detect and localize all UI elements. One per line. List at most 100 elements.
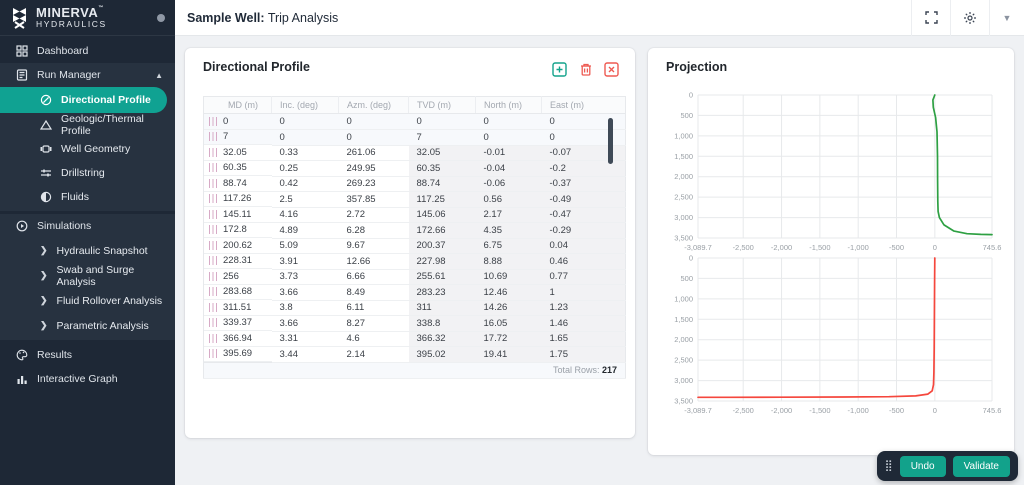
table-row[interactable]: 283.683.668.49283.2312.461	[204, 285, 626, 301]
table-cell[interactable]: 0.56	[476, 192, 542, 208]
table-cell[interactable]: -0.37	[542, 176, 626, 192]
table-row[interactable]: 395.693.442.14395.0219.411.75	[204, 347, 626, 363]
table-row[interactable]: 32.050.33261.0632.05-0.01-0.07	[204, 145, 626, 161]
table-cell[interactable]: 366.32	[409, 331, 476, 347]
table-cell[interactable]: 0	[272, 130, 339, 146]
table-cell[interactable]: 339.37	[204, 316, 272, 332]
table-cell[interactable]: 7	[409, 130, 476, 146]
table-cell[interactable]: 6.66	[339, 269, 409, 285]
sidebar-item-directional-profile[interactable]: Directional Profile	[0, 87, 167, 113]
row-drag-handle[interactable]	[209, 272, 217, 281]
table-cell[interactable]: 7	[204, 130, 272, 146]
table-cell[interactable]: 10.69	[476, 269, 542, 285]
table-cell[interactable]: 2.17	[476, 207, 542, 223]
table-cell[interactable]: 3.73	[272, 269, 339, 285]
sidebar-item-run-manager[interactable]: Run Manager ▲	[0, 63, 175, 87]
table-cell[interactable]: 249.95	[339, 161, 409, 177]
table-row[interactable]: 366.943.314.6366.3217.721.65	[204, 331, 626, 347]
table-cell[interactable]: 0.25	[272, 161, 339, 177]
table-cell[interactable]: -0.2	[542, 161, 626, 177]
toolbar-drag-handle[interactable]: ⣿	[885, 461, 893, 472]
sidebar-item-well-geometry[interactable]: Well Geometry	[0, 137, 175, 161]
row-drag-handle[interactable]	[209, 318, 217, 327]
table-cell[interactable]: 0	[476, 114, 542, 130]
table-cell[interactable]: 12.66	[339, 254, 409, 270]
table-cell[interactable]: 283.23	[409, 285, 476, 301]
table-cell[interactable]: 0.42	[272, 176, 339, 192]
row-drag-handle[interactable]	[209, 256, 217, 265]
settings-button[interactable]	[951, 0, 989, 36]
table-cell[interactable]: -0.06	[476, 176, 542, 192]
table-cell[interactable]: 4.35	[476, 223, 542, 239]
row-drag-handle[interactable]	[209, 194, 217, 203]
sidebar-item-interactive-graph[interactable]: Interactive Graph	[0, 367, 175, 391]
clear-table-button[interactable]	[604, 62, 619, 77]
table-cell[interactable]: 395.69	[204, 347, 272, 363]
table-cell[interactable]: 2.5	[272, 192, 339, 208]
table-cell[interactable]: 256	[204, 269, 272, 285]
table-cell[interactable]: 19.41	[476, 347, 542, 363]
sidebar-item-hydraulic-snapshot[interactable]: ❯ Hydraulic Snapshot	[0, 238, 175, 263]
row-drag-handle[interactable]	[209, 349, 217, 358]
row-drag-handle[interactable]	[209, 225, 217, 234]
table-cell[interactable]: 0.33	[272, 145, 339, 161]
table-cell[interactable]: 6.11	[339, 300, 409, 316]
table-row[interactable]: 145.114.162.72145.062.17-0.47	[204, 207, 626, 223]
sidebar-item-swab-surge[interactable]: ❯ Swab and Surge Analysis	[0, 263, 175, 288]
table-cell[interactable]: 395.02	[409, 347, 476, 363]
row-drag-handle[interactable]	[209, 241, 217, 250]
table-cell[interactable]: 0	[204, 114, 272, 130]
sidebar-collapse-toggle[interactable]	[157, 14, 165, 22]
sidebar-item-parametric[interactable]: ❯ Parametric Analysis	[0, 313, 175, 338]
table-row[interactable]: 311.513.86.1131114.261.23	[204, 300, 626, 316]
row-drag-handle[interactable]	[209, 334, 217, 343]
undo-button[interactable]: Undo	[900, 456, 946, 477]
table-cell[interactable]: 228.31	[204, 254, 272, 270]
table-cell[interactable]: 88.74	[204, 176, 272, 192]
table-cell[interactable]: 0.04	[542, 238, 626, 254]
table-cell[interactable]: 117.25	[409, 192, 476, 208]
table-cell[interactable]: 14.26	[476, 300, 542, 316]
table-cell[interactable]: 3.8	[272, 300, 339, 316]
row-drag-handle[interactable]	[209, 148, 217, 157]
table-cell[interactable]: 5.09	[272, 238, 339, 254]
table-cell[interactable]: 8.88	[476, 254, 542, 270]
table-cell[interactable]: 88.74	[409, 176, 476, 192]
table-cell[interactable]: 200.37	[409, 238, 476, 254]
table-cell[interactable]: 16.05	[476, 316, 542, 332]
table-cell[interactable]: 117.26	[204, 192, 272, 208]
sidebar-item-dashboard[interactable]: Dashboard	[0, 39, 175, 63]
table-row[interactable]: 88.740.42269.2388.74-0.06-0.37	[204, 176, 626, 192]
table-row[interactable]: 700700	[204, 130, 626, 146]
table-cell[interactable]: 12.46	[476, 285, 542, 301]
row-drag-handle[interactable]	[209, 132, 217, 141]
table-row[interactable]: 228.313.9112.66227.988.880.46	[204, 254, 626, 270]
row-drag-handle[interactable]	[209, 163, 217, 172]
table-cell[interactable]: 145.06	[409, 207, 476, 223]
table-cell[interactable]: 1.65	[542, 331, 626, 347]
table-cell[interactable]: 2.14	[339, 347, 409, 363]
table-cell[interactable]: 269.23	[339, 176, 409, 192]
table-cell[interactable]: 366.94	[204, 331, 272, 347]
table-cell[interactable]: 3.31	[272, 331, 339, 347]
delete-row-button[interactable]	[578, 62, 593, 77]
table-cell[interactable]: 261.06	[339, 145, 409, 161]
row-drag-handle[interactable]	[209, 287, 217, 296]
table-cell[interactable]: 2.72	[339, 207, 409, 223]
table-cell[interactable]: -0.47	[542, 207, 626, 223]
table-cell[interactable]: 8.49	[339, 285, 409, 301]
table-cell[interactable]: 4.16	[272, 207, 339, 223]
table-cell[interactable]: 172.8	[204, 223, 272, 239]
table-cell[interactable]: 3.91	[272, 254, 339, 270]
table-cell[interactable]: 1.75	[542, 347, 626, 363]
row-drag-handle[interactable]	[209, 210, 217, 219]
table-scrollbar[interactable]	[608, 118, 613, 164]
table-cell[interactable]: 1	[542, 285, 626, 301]
table-cell[interactable]: 17.72	[476, 331, 542, 347]
table-cell[interactable]: -0.04	[476, 161, 542, 177]
table-cell[interactable]: 4.6	[339, 331, 409, 347]
table-cell[interactable]: 0.46	[542, 254, 626, 270]
table-cell[interactable]: 0.77	[542, 269, 626, 285]
table-cell[interactable]: 60.35	[409, 161, 476, 177]
row-drag-handle[interactable]	[209, 117, 217, 126]
